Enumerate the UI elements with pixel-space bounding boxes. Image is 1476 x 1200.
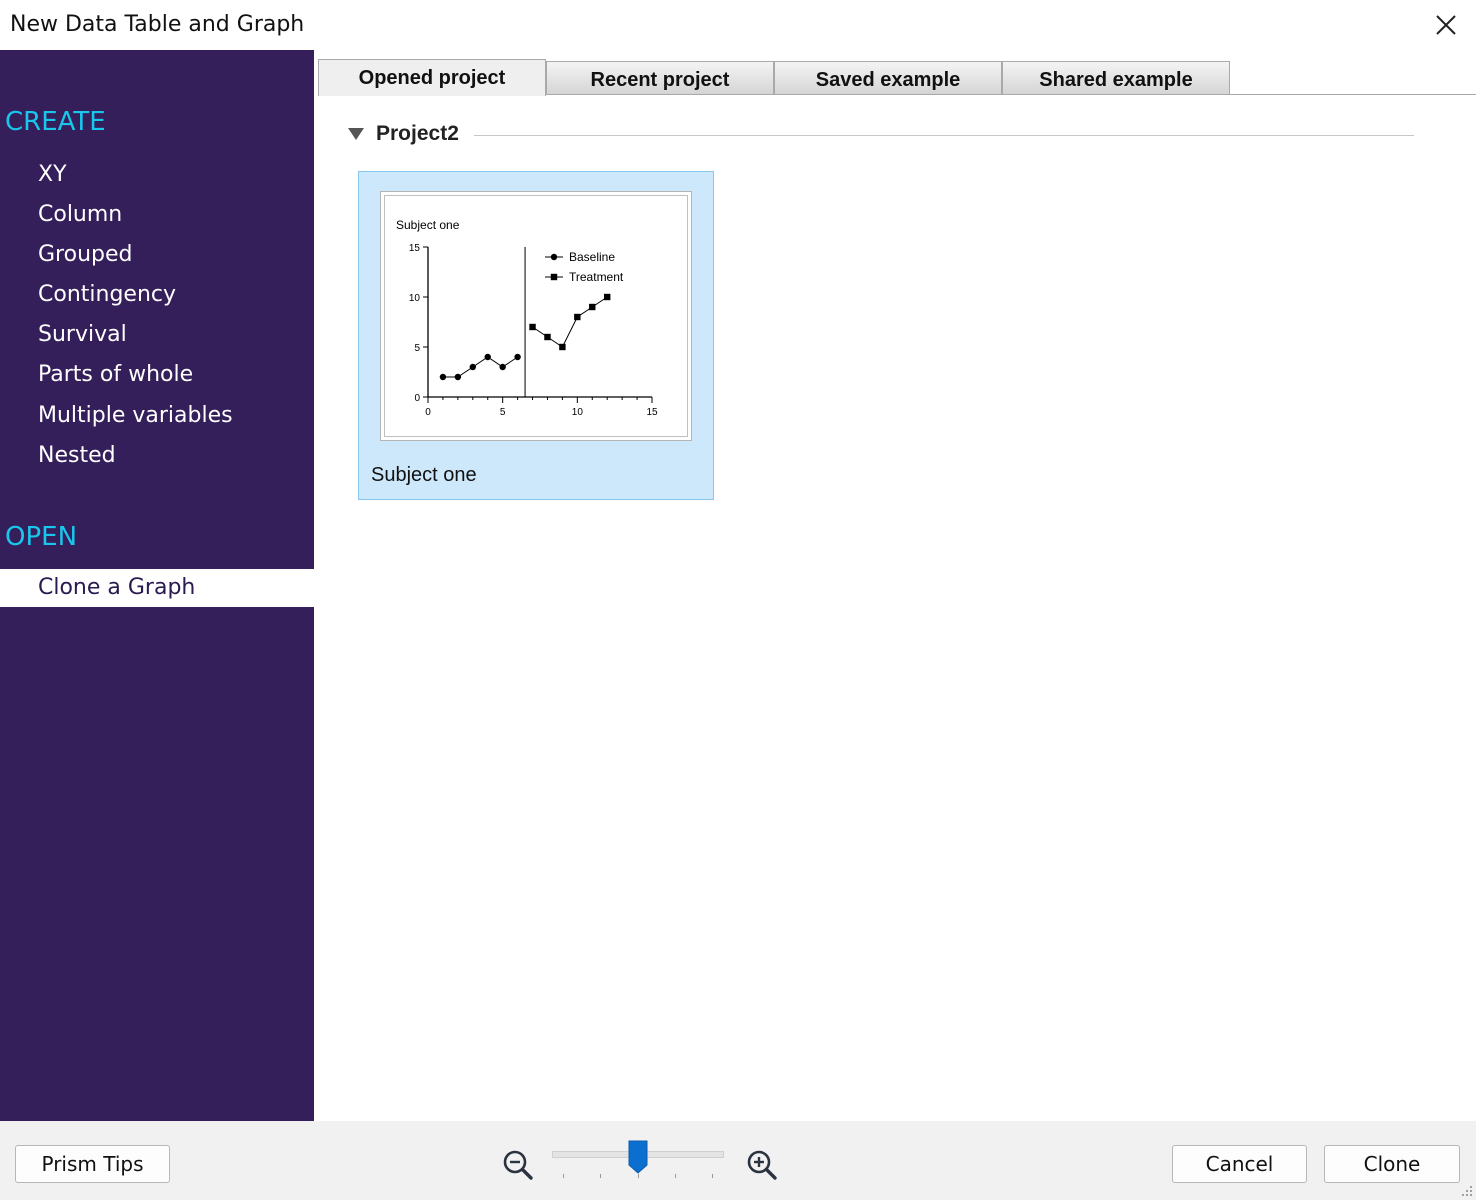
prism-tips-button[interactable]: Prism Tips bbox=[15, 1145, 170, 1183]
graph-card-label: Subject one bbox=[371, 464, 477, 486]
zoom-slider-tick bbox=[638, 1174, 639, 1178]
zoom-slider-tick bbox=[675, 1174, 676, 1178]
graph-thumbnail-chart: Subject one 0 5 10 15 0 5 10 15 Baseline Treatment bbox=[396, 218, 658, 418]
data-point bbox=[604, 293, 611, 301]
sidebar-item-survival[interactable]: Survival bbox=[0, 316, 314, 354]
sidebar-item-parts-of-whole[interactable]: Parts of whole bbox=[0, 356, 314, 394]
zoom-slider-thumb[interactable] bbox=[628, 1140, 648, 1174]
project-name: Project2 bbox=[376, 122, 459, 145]
data-point bbox=[544, 333, 551, 341]
sidebar-item-label: XY bbox=[38, 162, 67, 187]
tab-saved-example[interactable]: Saved example bbox=[774, 61, 1002, 95]
x-tick-label: 10 bbox=[572, 407, 584, 418]
legend-marker bbox=[550, 253, 558, 261]
legend-label: Baseline bbox=[569, 250, 615, 264]
data-point bbox=[529, 323, 536, 331]
open-heading: OPEN bbox=[5, 522, 78, 552]
data-point bbox=[559, 343, 566, 351]
data-point bbox=[484, 353, 491, 361]
tab-shared-example[interactable]: Shared example bbox=[1002, 61, 1230, 95]
data-point bbox=[454, 373, 462, 381]
close-icon bbox=[1436, 15, 1456, 35]
sidebar-item-label: Survival bbox=[38, 322, 127, 347]
y-tick-label: 15 bbox=[409, 243, 421, 254]
create-heading: CREATE bbox=[5, 107, 106, 137]
y-tick-label: 0 bbox=[414, 393, 420, 404]
graph-thumbnail: Subject one 0 5 10 15 0 5 10 15 Baseline Treatment bbox=[380, 191, 692, 441]
y-tick-label: 10 bbox=[409, 293, 421, 304]
title-bar: New Data Table and Graph bbox=[0, 0, 1476, 50]
cancel-button[interactable]: Cancel bbox=[1172, 1145, 1307, 1183]
sidebar-item-xy[interactable]: XY bbox=[0, 156, 314, 194]
x-tick-label: 15 bbox=[646, 407, 658, 418]
zoom-out-icon[interactable] bbox=[502, 1149, 534, 1181]
sidebar-item-label: Parts of whole bbox=[38, 362, 194, 387]
sidebar-item-grouped[interactable]: Grouped bbox=[0, 236, 314, 274]
data-point bbox=[469, 363, 476, 371]
project-group-header: Project2 bbox=[348, 122, 1414, 148]
sidebar-item-label: Nested bbox=[38, 443, 116, 468]
sidebar-item-column[interactable]: Column bbox=[0, 196, 314, 234]
clone-button[interactable]: Clone bbox=[1324, 1145, 1460, 1183]
legend-marker bbox=[550, 273, 558, 281]
series-line-0 bbox=[442, 356, 518, 378]
y-tick-label: 5 bbox=[414, 343, 420, 354]
sidebar-item-label: Contingency bbox=[38, 282, 177, 307]
sidebar-item-label: Grouped bbox=[38, 242, 133, 267]
group-divider bbox=[474, 135, 1414, 136]
sidebar-item-clone-a-graph[interactable]: Clone a Graph bbox=[0, 569, 314, 607]
data-point bbox=[514, 353, 521, 361]
zoom-slider-tick bbox=[600, 1174, 601, 1178]
graph-card-subject-one[interactable]: Subject one 0 5 10 15 0 5 10 15 Baseline Treatment… bbox=[358, 171, 714, 500]
x-tick-label: 5 bbox=[500, 407, 506, 418]
sidebar-item-label: Clone a Graph bbox=[38, 575, 196, 600]
data-point bbox=[499, 363, 506, 371]
zoom-slider-tick bbox=[563, 1174, 564, 1178]
tab-opened-project[interactable]: Opened project bbox=[318, 59, 546, 96]
data-point bbox=[439, 373, 447, 381]
sidebar-item-contingency[interactable]: Contingency bbox=[0, 276, 314, 314]
sidebar-item-label: Multiple variables bbox=[38, 403, 233, 428]
legend-label: Treatment bbox=[569, 270, 624, 284]
sidebar-item-label: Column bbox=[38, 202, 123, 227]
sidebar-item-multiple-variables[interactable]: Multiple variables bbox=[0, 397, 314, 435]
sidebar: CREATE XY Column Grouped Contingency Sur… bbox=[0, 50, 314, 1121]
collapse-triangle-icon[interactable] bbox=[348, 128, 364, 140]
chart-title: Subject one bbox=[396, 218, 460, 232]
data-point bbox=[574, 313, 581, 321]
zoom-in-icon[interactable] bbox=[746, 1149, 778, 1181]
tab-recent-project[interactable]: Recent project bbox=[546, 61, 774, 95]
series-line-1 bbox=[532, 296, 608, 348]
zoom-slider-tick bbox=[712, 1174, 713, 1178]
window-title: New Data Table and Graph bbox=[10, 12, 305, 37]
data-point bbox=[589, 303, 596, 311]
x-tick-label: 0 bbox=[425, 407, 431, 418]
resize-grip-icon[interactable] bbox=[1458, 1182, 1474, 1198]
zoom-slider[interactable] bbox=[552, 1140, 724, 1186]
close-button[interactable] bbox=[1424, 4, 1468, 46]
sidebar-item-nested[interactable]: Nested bbox=[0, 437, 314, 475]
